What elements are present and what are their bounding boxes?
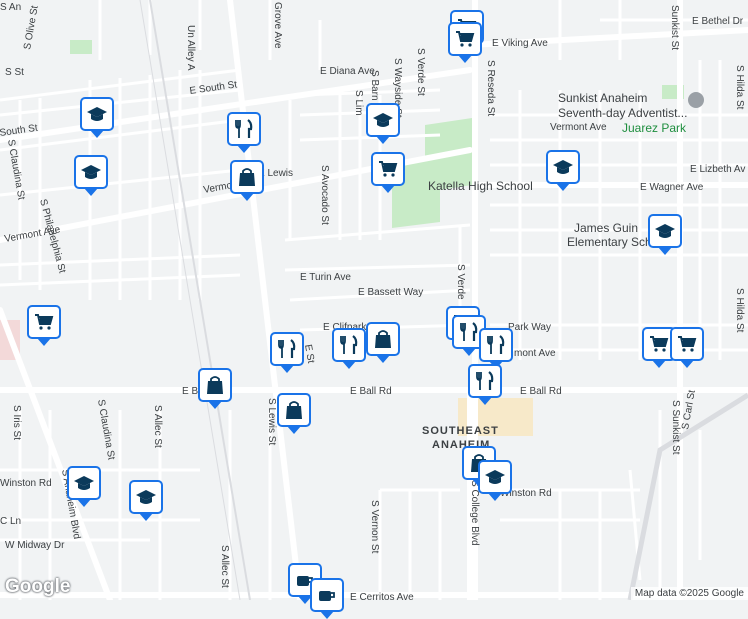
label-mont-ave: mont Ave: [514, 348, 556, 359]
church-marker-icon: [688, 92, 704, 108]
pin-grocery[interactable]: [670, 327, 704, 368]
label-winston-left: Winston Rd: [0, 478, 52, 489]
label-e-turin-ave: E Turin Ave: [300, 272, 351, 283]
label-sunkist-church-2: Seventh-day Adventist...: [558, 106, 687, 120]
label-e-ball-rd-right: E Ball Rd: [350, 386, 392, 397]
label-juarez-park: Juarez Park: [622, 121, 687, 135]
pin-shopping[interactable]: [277, 393, 311, 434]
label-e-ball-rd-far: E Ball Rd: [520, 386, 562, 397]
label-e-lizbeth-ave: E Lizbeth Av: [690, 164, 745, 175]
pin-restaurant[interactable]: [468, 364, 502, 405]
label-e-bethel-dr: E Bethel Dr: [692, 16, 744, 27]
label-s-hilda-mid: S Hilda St: [734, 288, 745, 333]
label-s-avocado-st: S Avocado St: [319, 165, 330, 225]
label-e-bassett-way: E Bassett Way: [358, 287, 423, 298]
label-park-way: Park Way: [508, 322, 551, 333]
google-logo: Google: [5, 576, 71, 597]
pin-school[interactable]: [366, 103, 400, 144]
pin-shopping[interactable]: [198, 368, 232, 409]
pin-school[interactable]: [74, 155, 108, 196]
left-green: [70, 40, 92, 54]
label-e-wagner-ave: E Wagner Ave: [640, 182, 704, 193]
pin-school[interactable]: [478, 460, 512, 501]
label-s-reseda: S Reseda St: [485, 60, 496, 116]
pin-restaurant[interactable]: [479, 328, 513, 369]
label-s-lewis-st: S Lewis St: [266, 398, 277, 445]
map-attribution[interactable]: Map data ©2025 Google: [630, 587, 748, 600]
label-southeast: SOUTHEAST: [422, 425, 499, 437]
label-s-barn: S Barn: [369, 70, 380, 101]
label-james-guinn: James Guin: [574, 221, 638, 235]
pin-grocery[interactable]: [448, 22, 482, 63]
label-katella-high: Katella High School: [428, 179, 533, 193]
label-s-hilda-top: S Hilda St: [734, 65, 745, 110]
label-s-allec-st: S Allec St: [152, 405, 163, 448]
label-s-verde-top: S Verde St: [415, 48, 426, 96]
label-sunkist-top: Sunkist St: [669, 5, 680, 50]
label-vermont-right: Vermont Ave: [550, 122, 607, 133]
pin-shopping[interactable]: [230, 160, 264, 201]
pin-restaurant[interactable]: [270, 332, 304, 373]
pin-school[interactable]: [129, 480, 163, 521]
label-un-alley: Un Alley A: [185, 25, 196, 71]
label-sunkist-church: Sunkist Anaheim: [558, 91, 647, 105]
map-canvas[interactable]: E South St South St E Diana Ave Vermont …: [0, 0, 748, 600]
pin-school[interactable]: [546, 150, 580, 191]
pin-restaurant[interactable]: [227, 112, 261, 153]
label-e-viking-ave: E Viking Ave: [492, 38, 548, 49]
pin-school[interactable]: [80, 97, 114, 138]
pin-shopping[interactable]: [366, 322, 400, 363]
pin-school[interactable]: [67, 466, 101, 507]
label-s-lime: S Lim: [353, 90, 364, 116]
label-w-midway-dr: W Midway Dr: [5, 540, 65, 551]
pin-restaurant[interactable]: [332, 328, 366, 369]
label-c-ln: C Ln: [0, 516, 21, 527]
label-e-cerritos: E Cerritos Ave: [350, 592, 414, 600]
label-s-verde-mid: S Verde: [455, 264, 466, 300]
label-s-st: S St: [5, 67, 24, 78]
label-s-anaheim-top: S An: [0, 2, 21, 13]
pin-school[interactable]: [648, 214, 682, 255]
label-s-vernon-st: S Vernon St: [369, 500, 380, 554]
pin-grocery[interactable]: [371, 152, 405, 193]
label-s-iris-st: S Iris St: [11, 405, 22, 440]
label-grove-ave: Grove Ave: [272, 2, 283, 49]
pin-cafe[interactable]: [310, 578, 344, 619]
label-e-diana-ave: E Diana Ave: [320, 66, 375, 77]
label-s-allec-lower: S Allec St: [219, 545, 230, 588]
pin-grocery[interactable]: [27, 305, 61, 346]
